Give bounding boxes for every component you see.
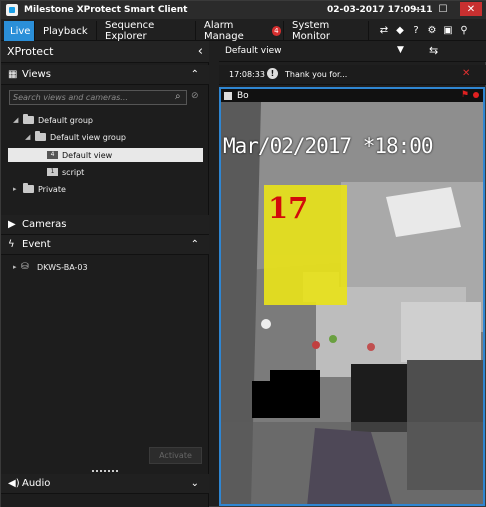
chevron-up-icon[interactable]: ⌃ [191,239,199,250]
view-layout-icon: 1 [47,168,58,176]
chevron-down-icon[interactable]: ⌄ [191,478,199,489]
tree-label: Default group [38,115,94,125]
tree-node-default-group[interactable]: ◢ Default group [13,113,93,127]
chevron-up-icon[interactable]: ⌃ [191,69,199,80]
expand-arrow-icon[interactable]: ◢ [13,116,21,124]
view-layout-icon: 4 [47,151,58,159]
views-section-header[interactable]: ▦ Views ⌃ [1,65,209,85]
grid-icon: ▦ [8,69,18,80]
video-timestamp-overlay: Mar/02/2017 *18:00 [223,134,434,158]
privacy-mask [252,381,320,418]
tree-node-dkws-ba-03[interactable]: ▸ ⛁ DKWS-BA-03 [13,260,88,274]
info-icon: ! [267,68,278,79]
dismiss-message-icon[interactable]: ✕ [462,68,470,79]
tree-node-script[interactable]: 1 script [45,165,84,179]
tree-label: script [62,167,85,177]
alarm-count-badge: 4 [271,26,281,36]
camera-icon: ▶ [8,219,16,230]
event-section-header[interactable]: ϟ Event ⌃ [1,235,209,255]
message-text: Thank you for... [285,70,348,79]
tree-label: Private [38,184,66,194]
event-label: Event [22,239,51,250]
message-bar: 17:08:33 ! Thank you for... ✕ [219,65,486,85]
search-views-input[interactable]: Search views and cameras... [9,90,187,105]
overlay-number: 17 [268,191,309,225]
tree-label: Default view [62,150,113,160]
audio-label: Audio [22,478,51,489]
cameras-label: Cameras [22,219,67,230]
message-time: 17:08:33 [229,70,265,79]
speaker-icon: ◀) [8,478,20,489]
smart-client-window: Milestone XProtect Smart Client 02-03-20… [0,0,486,507]
pane-brand: XProtect ‹ [1,41,209,63]
setup-view-icon[interactable]: ⇆ [429,44,438,57]
activate-button[interactable]: Activate [149,447,202,464]
tab-alarm-manager[interactable]: Alarm Manage 4 [198,20,284,42]
fullscreen-icon[interactable]: ▣ [441,23,455,37]
layout-icon[interactable]: ◆ [393,23,407,37]
tree-label: DKWS-BA-03 [37,262,88,272]
collapse-pane-icon[interactable]: ‹ [198,44,203,59]
motion-indicator-icon: ⚑ [460,90,469,100]
tab-system-monitor[interactable]: System Monitor [286,20,369,42]
camera-status-icon [224,91,232,100]
recording-indicator-icon [473,92,479,98]
tree-label: Default view group [50,132,126,142]
close-button[interactable]: ✕ [460,2,482,16]
folder-icon [35,131,46,141]
title-bar: Milestone XProtect Smart Client 02-03-20… [1,1,486,19]
expand-arrow-icon[interactable]: ◢ [25,133,33,141]
milestone-logo-icon [6,4,18,16]
xprotect-label: XProtect [7,45,54,58]
camera-tile[interactable]: Bo ⚑ Mar/02/2017 *18:00 17 [219,87,485,506]
network-icon[interactable]: ⇄ [377,23,391,37]
tree-node-default-view[interactable]: 4 Default view [45,148,112,162]
help-icon[interactable]: ? [409,23,423,37]
tab-sequence-explorer[interactable]: Sequence Explorer [99,20,196,42]
event-bolt-icon: ϟ [8,239,15,250]
tab-alarm-manager-label: Alarm Manage [204,20,244,42]
settings-icon[interactable]: ⚙ [425,23,439,37]
cameras-section-header[interactable]: ▶ Cameras [1,215,209,235]
maximize-button[interactable]: ☐ [432,2,454,16]
tree-node-private[interactable]: ▸ Private [13,182,66,196]
view-selector-bar: Default view ▼ ⇆ [219,41,486,62]
pin-icon[interactable]: ⚲ [457,23,471,37]
toolbar-icons: ⇄ ◆ ? ⚙ ▣ ⚲ [375,23,471,37]
tree-node-default-view-group[interactable]: ◢ Default view group [25,130,126,144]
views-label: Views [22,69,51,80]
app-title: Milestone XProtect Smart Client [24,5,188,15]
search-icon[interactable]: ⌕ [175,91,187,103]
minimize-button[interactable]: — [407,2,429,16]
folder-icon [23,183,34,193]
privacy-overlay-box: 17 [264,185,347,305]
left-pane: XProtect ‹ ▦ Views ⌃ Search views and ca… [1,41,209,507]
view-dropdown-icon[interactable]: ▼ [397,45,404,55]
server-icon: ⛁ [21,262,29,272]
folder-icon [23,114,34,124]
tab-live[interactable]: Live [4,21,35,41]
camera-name: Bo [237,90,249,101]
expand-arrow-icon[interactable]: ▸ [13,185,21,193]
tile-header: Bo ⚑ [221,89,483,102]
search-options-icon[interactable]: ⊘ [191,91,203,103]
camera-video-feed[interactable]: Mar/02/2017 *18:00 17 [221,102,483,504]
current-view-name[interactable]: Default view [225,46,281,56]
audio-section-header[interactable]: ◀) Audio ⌄ [1,474,209,494]
tab-playback[interactable]: Playback [37,21,97,41]
expand-arrow-icon[interactable]: ▸ [13,263,21,271]
office-scene-image [221,102,483,504]
